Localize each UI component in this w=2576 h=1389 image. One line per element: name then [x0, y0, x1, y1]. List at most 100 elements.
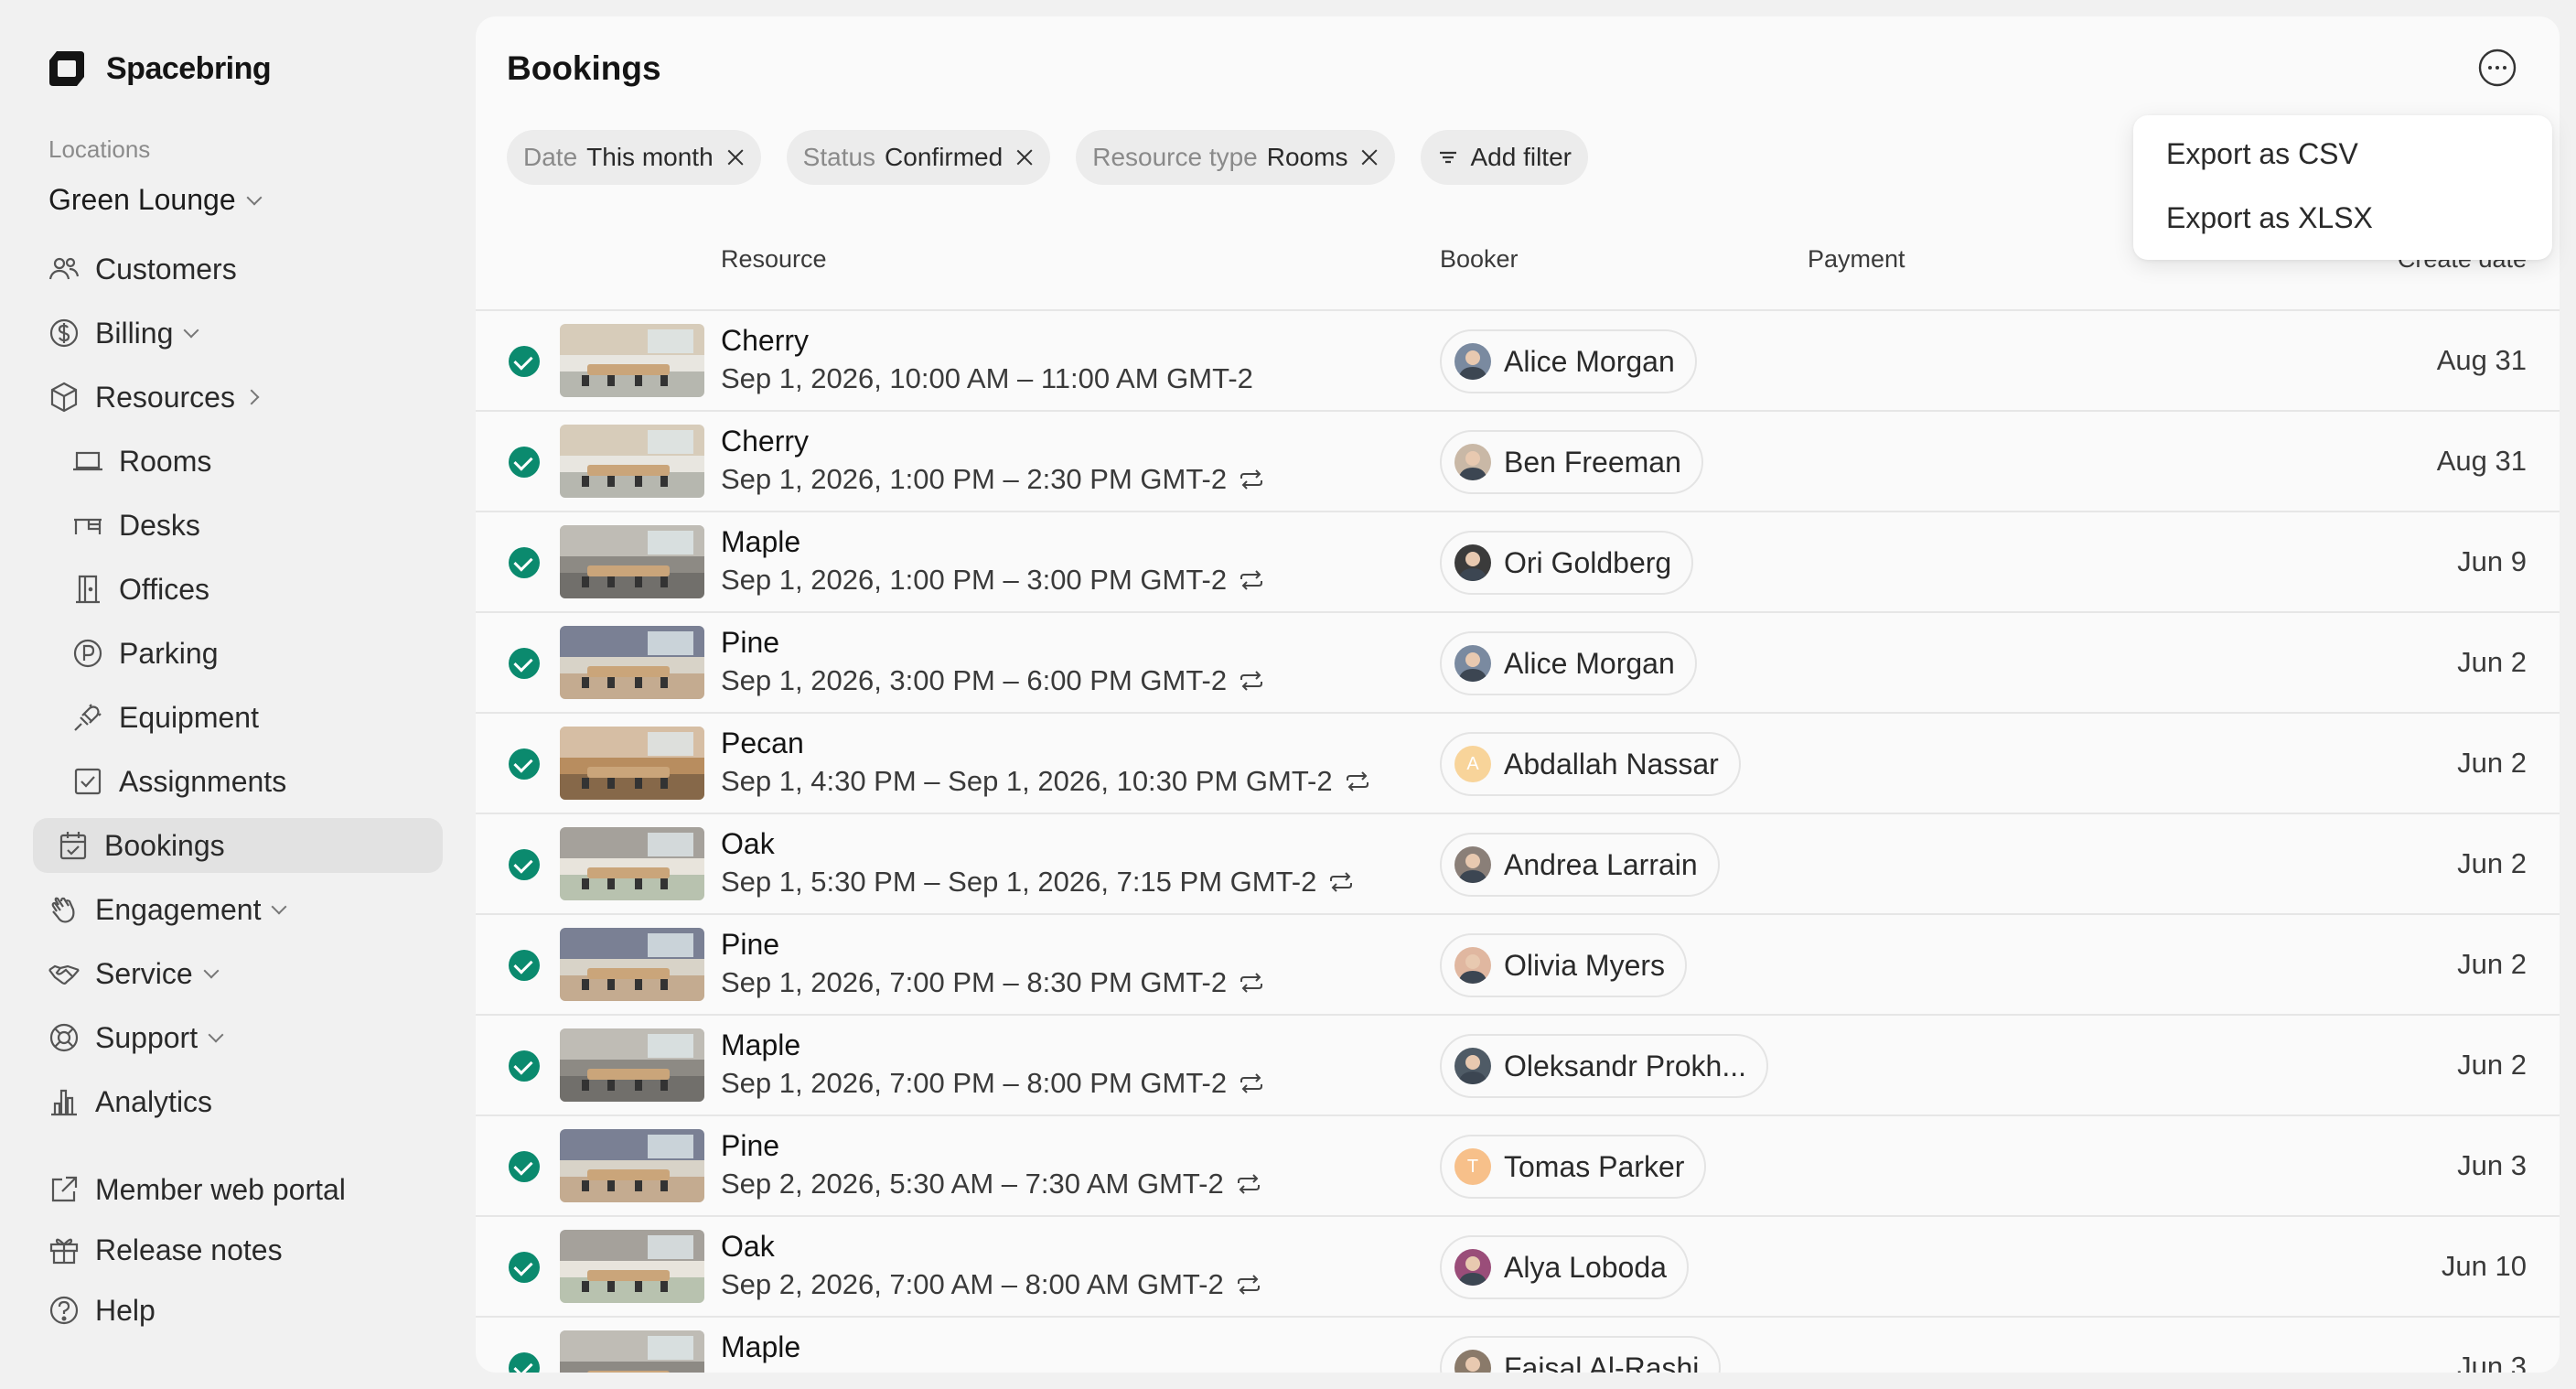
sidebar-item-label: Bookings: [104, 828, 225, 862]
locations-label: Locations: [48, 135, 151, 163]
sidebar-item-label: Billing: [95, 316, 174, 350]
export-xlsx-menu-item[interactable]: Export as XLSX: [2166, 201, 2373, 235]
add-filter-button[interactable]: Add filter: [1421, 130, 1588, 185]
close-icon[interactable]: [726, 148, 745, 167]
table-row[interactable]: Cherry Sep 1, 2026, 1:00 PM – 2:30 PM GMT…: [476, 410, 2560, 511]
booker-name: Oleksandr Prokh...: [1504, 1049, 1746, 1082]
booker-chip[interactable]: Faisal Al-Rashi: [1440, 1336, 1722, 1373]
table-row[interactable]: Oak Sep 2, 2026, 7:00 AM – 8:00 AM GMT-2 A…: [476, 1215, 2560, 1316]
filter-value: Rooms: [1266, 143, 1348, 171]
booker-chip[interactable]: Alice Morgan: [1440, 631, 1697, 695]
sidebar-item-offices[interactable]: Offices: [57, 562, 209, 617]
create-date: Aug 31: [2436, 344, 2527, 376]
column-header-payment[interactable]: Payment: [1808, 245, 1905, 274]
user-photo-icon: [1458, 451, 1487, 480]
member-web-portal-link[interactable]: Member web portal: [33, 1162, 346, 1217]
resource-name[interactable]: Pine: [721, 626, 779, 660]
more-options-icon[interactable]: [2477, 48, 2517, 88]
booker-chip[interactable]: Alice Morgan: [1440, 329, 1697, 393]
table-row[interactable]: Maple Sep 1, 2026, 1:00 PM – 3:00 PM GMT-…: [476, 511, 2560, 611]
sidebar-item-resources[interactable]: Resources: [33, 370, 260, 425]
table-row[interactable]: Maple Faisal Al-Rashi Jun 3: [476, 1316, 2560, 1373]
booking-time: Sep 2, 2026, 7:00 AM – 8:00 AM GMT-2: [721, 1268, 1262, 1301]
sidebar-item-service[interactable]: Service: [33, 946, 220, 1001]
sidebar-item-support[interactable]: Support: [33, 1010, 224, 1065]
sidebar-item-label: Support: [95, 1020, 199, 1054]
sidebar-item-assignments[interactable]: Assignments: [57, 754, 286, 809]
resource-name[interactable]: Cherry: [721, 324, 809, 358]
chevron-down-icon: [208, 1027, 224, 1043]
user-photo-icon: [1458, 1055, 1487, 1084]
user-photo-icon: [1458, 350, 1487, 380]
resource-name[interactable]: Maple: [721, 1330, 800, 1364]
filter-bar: Date This month Status Confirmed Resourc…: [507, 130, 1588, 185]
dollar-icon: [49, 318, 79, 348]
booker-name: Faisal Al-Rashi: [1504, 1351, 1700, 1373]
filter-chip-date[interactable]: Date This month: [507, 130, 761, 185]
booking-time: Sep 1, 2026, 7:00 PM – 8:30 PM GMT-2: [721, 966, 1265, 999]
sidebar-item-engagement[interactable]: Engagement: [33, 882, 287, 937]
booker-name: Andrea Larrain: [1504, 847, 1698, 881]
door-icon: [76, 575, 100, 604]
sidebar-item-parking[interactable]: Parking: [57, 626, 219, 681]
table-row[interactable]: Pine Sep 2, 2026, 5:30 AM – 7:30 AM GMT-2…: [476, 1114, 2560, 1215]
page-title: Bookings: [507, 49, 661, 87]
booker-chip[interactable]: Olivia Myers: [1440, 933, 1688, 997]
filter-chip-resource-type[interactable]: Resource type Rooms: [1076, 130, 1396, 185]
resource-name[interactable]: Pine: [721, 1129, 779, 1163]
booker-chip[interactable]: Ben Freeman: [1440, 430, 1703, 494]
footer-link-label: Release notes: [95, 1233, 283, 1266]
booker-chip[interactable]: Oleksandr Prokh...: [1440, 1034, 1768, 1098]
booking-time-text: Sep 2, 2026, 5:30 AM – 7:30 AM GMT-2: [721, 1168, 1224, 1200]
checkbox-icon: [74, 768, 102, 795]
export-csv-menu-item[interactable]: Export as CSV: [2166, 137, 2358, 171]
filter-key: Status: [802, 143, 876, 171]
chevron-down-icon: [203, 963, 220, 979]
booking-time: Sep 1, 2026, 1:00 PM – 2:30 PM GMT-2: [721, 463, 1265, 496]
sidebar-item-billing[interactable]: Billing: [33, 306, 199, 361]
table-row[interactable]: Cherry Sep 1, 2026, 10:00 AM – 11:00 AM G…: [476, 309, 2560, 410]
booker-chip[interactable]: T Tomas Parker: [1440, 1135, 1707, 1199]
sidebar-item-desks[interactable]: Desks: [57, 498, 200, 553]
brand[interactable]: Spacebring: [48, 49, 272, 88]
footer-link-label: Member web portal: [95, 1172, 346, 1206]
table-row[interactable]: Oak Sep 1, 5:30 PM – Sep 1, 2026, 7:15 PM…: [476, 813, 2560, 913]
users-icon: [48, 257, 80, 280]
room-thumbnail: [560, 928, 704, 1001]
booker-chip[interactable]: Ori Goldberg: [1440, 531, 1694, 595]
table-row[interactable]: Pine Sep 1, 2026, 7:00 PM – 8:30 PM GMT-2…: [476, 913, 2560, 1014]
sidebar-item-label: Offices: [119, 572, 209, 606]
resource-name[interactable]: Oak: [721, 827, 775, 861]
release-notes-link[interactable]: Release notes: [33, 1222, 283, 1277]
resource-name[interactable]: Pecan: [721, 727, 804, 760]
filter-chip-status[interactable]: Status Confirmed: [786, 130, 1051, 185]
help-link[interactable]: Help: [33, 1283, 156, 1338]
sidebar-item-rooms[interactable]: Rooms: [57, 434, 211, 489]
gift-icon: [49, 1238, 79, 1265]
confirmed-check-icon: [509, 950, 540, 981]
booker-chip[interactable]: Andrea Larrain: [1440, 833, 1720, 897]
sidebar-item-label: Analytics: [95, 1084, 213, 1118]
room-thumbnail: [560, 626, 704, 699]
booking-time-text: Sep 1, 4:30 PM – Sep 1, 2026, 10:30 PM G…: [721, 765, 1333, 797]
booker-chip[interactable]: A Abdallah Nassar: [1440, 732, 1741, 796]
close-icon[interactable]: [1015, 148, 1034, 167]
resource-name[interactable]: Maple: [721, 1028, 800, 1062]
sidebar-item-equipment[interactable]: Equipment: [57, 690, 259, 745]
table-row[interactable]: Pecan Sep 1, 4:30 PM – Sep 1, 2026, 10:30…: [476, 712, 2560, 813]
resource-name[interactable]: Pine: [721, 928, 779, 962]
resource-name[interactable]: Oak: [721, 1230, 775, 1264]
avatar: [1454, 645, 1491, 682]
location-selector[interactable]: Green Lounge: [48, 183, 263, 217]
column-header-booker[interactable]: Booker: [1440, 245, 1519, 274]
resource-name[interactable]: Cherry: [721, 425, 809, 458]
close-icon[interactable]: [1360, 148, 1379, 167]
booker-chip[interactable]: Alya Loboda: [1440, 1235, 1689, 1299]
sidebar-item-bookings[interactable]: Bookings: [33, 818, 443, 873]
sidebar-item-analytics[interactable]: Analytics: [33, 1074, 212, 1129]
resource-name[interactable]: Maple: [721, 525, 800, 559]
sidebar-item-customers[interactable]: Customers: [33, 242, 237, 296]
table-row[interactable]: Maple Sep 1, 2026, 7:00 PM – 8:00 PM GMT-…: [476, 1014, 2560, 1114]
column-header-resource[interactable]: Resource: [721, 245, 827, 274]
table-row[interactable]: Pine Sep 1, 2026, 3:00 PM – 6:00 PM GMT-2…: [476, 611, 2560, 712]
